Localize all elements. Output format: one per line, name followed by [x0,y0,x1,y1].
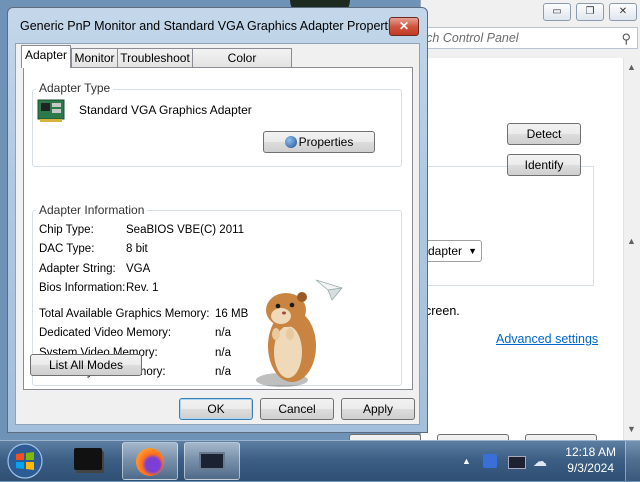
start-button[interactable] [6,443,44,479]
ok-button[interactable]: OK [179,398,253,420]
tray-volume-icon[interactable]: ☁ [533,453,549,469]
apply-button[interactable]: Apply [341,398,415,420]
maximize-button[interactable]: ❐ [576,3,604,21]
detect-button[interactable]: Detect [507,123,581,145]
tab-monitor[interactable]: Monitor [71,48,118,67]
dialog-title: Generic PnP Monitor and Standard VGA Gra… [20,19,405,33]
screen-text: creen. [425,304,460,318]
chip-type-value: SeaBIOS VBE(C) 2011 [126,224,245,236]
search-icon: ⚲ [621,31,631,46]
tray-app-icon[interactable] [483,454,497,468]
dialog-body: Adapter Monitor Troubleshoot Color Manag… [15,43,420,425]
display-dropdown-value: dapter [428,244,463,258]
bios-info-label: Bios Information: [39,282,126,294]
adapter-name: Standard VGA Graphics Adapter [79,103,252,117]
chip-type-label: Chip Type: [39,224,94,236]
close-icon: ✕ [398,19,410,33]
chevron-down-icon: ▼ [468,246,477,256]
taskbar-firefox[interactable] [122,442,178,480]
tab-troubleshoot[interactable]: Troubleshoot [117,48,193,67]
identify-button[interactable]: Identify [507,154,581,176]
adapter-string-value: VGA [126,263,151,275]
list-all-modes-button[interactable]: List All Modes [30,354,142,376]
properties-dialog: Generic PnP Monitor and Standard VGA Gra… [7,7,428,433]
dedicated-memory-value: n/a [215,327,231,339]
total-memory-label: Total Available Graphics Memory: [39,308,210,320]
monitor-icon [199,452,225,470]
control-panel-window: ▭ ❐ ✕ rch Control Panel ⚲ Detect Identif… [349,0,640,456]
dac-type-value: 8 bit [126,243,148,255]
shared-memory-value: n/a [215,366,231,378]
display-dropdown[interactable]: dapter ▼ [425,240,482,262]
cancel-button[interactable]: Cancel [260,398,334,420]
clock[interactable]: 12:18 AM 9/3/2024 [565,444,616,476]
adapter-type-label: Adapter Type [36,81,114,95]
system-memory-value: n/a [215,347,231,359]
display-group [421,166,594,286]
adapter-tab-panel: Adapter Type Standard VGA Graphics Adapt… [23,67,413,390]
properties-button[interactable]: Properties [263,131,375,153]
bios-info-value: Rev. 1 [126,282,159,294]
taskbar-terminal[interactable] [60,442,116,480]
minimize-button[interactable]: ▭ [543,3,571,21]
search-input[interactable]: rch Control Panel ⚲ [421,27,638,49]
adapter-type-group [32,89,402,167]
taskbar: ▲ ☁ 12:18 AM 9/3/2024 [0,440,640,481]
close-icon: ✕ [618,6,628,17]
minimize-icon: ▭ [552,6,562,17]
dialog-close-button[interactable]: ✕ [389,17,419,36]
close-button[interactable]: ✕ [609,3,637,21]
paper-plane-icon [314,276,344,302]
advanced-settings-link[interactable]: Advanced settings [496,332,598,346]
search-placeholder: rch Control Panel [422,31,519,45]
graphics-card-icon [37,98,67,124]
dedicated-memory-label: Dedicated Video Memory: [39,327,172,339]
firefox-icon [136,448,164,476]
shield-globe-icon [284,136,297,148]
show-desktop-button[interactable] [625,441,640,481]
terminal-icon [74,448,102,470]
adapter-string-label: Adapter String: [39,263,116,275]
clock-time: 12:18 AM [565,445,616,459]
vertical-scrollbar[interactable]: ▲ ▲ ▼ [623,58,640,440]
properties-button-label: Properties [298,135,354,149]
restore-icon: ❐ [585,6,595,17]
tray-expand-icon[interactable]: ▲ [462,456,471,466]
tab-adapter[interactable]: Adapter [21,45,71,68]
scroll-up-icon[interactable]: ▲ [627,62,636,72]
tray-network-icon[interactable] [508,456,526,469]
clock-date: 9/3/2024 [567,461,614,475]
adapter-info-label: Adapter Information [36,203,148,217]
scroll-mid-icon: ▲ [627,236,636,246]
taskbar-display-settings[interactable] [184,442,240,480]
dac-type-label: DAC Type: [39,243,95,255]
tab-color-management[interactable]: Color Management [192,48,292,83]
total-memory-value: 16 MB [215,308,249,320]
scroll-down-icon[interactable]: ▼ [627,424,636,434]
